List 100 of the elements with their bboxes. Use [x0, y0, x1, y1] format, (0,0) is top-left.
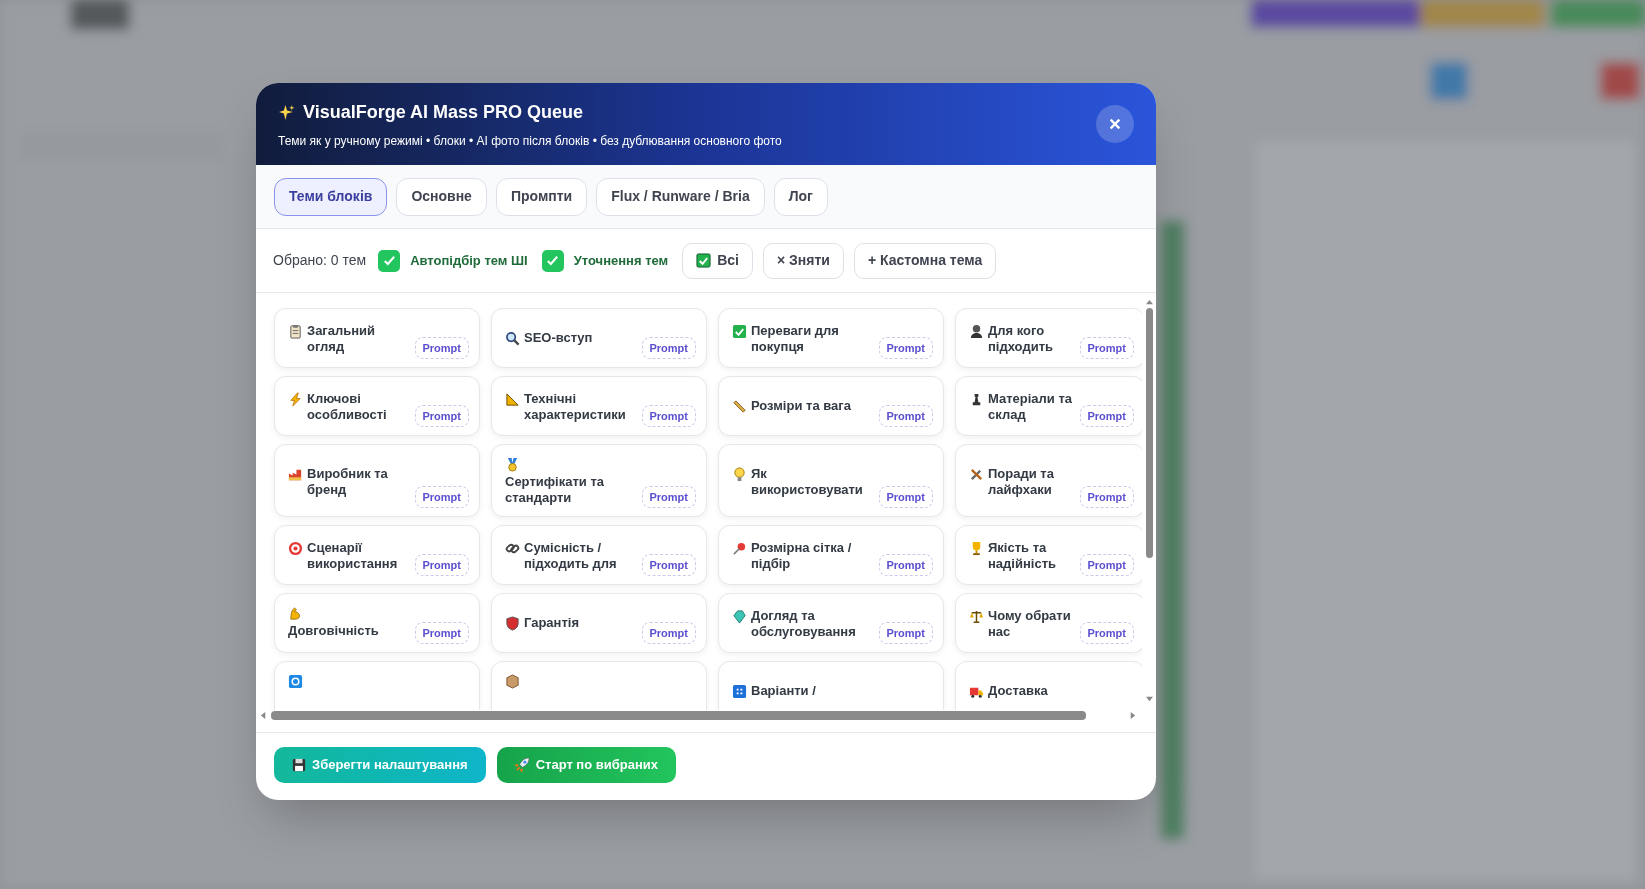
topic-title: Чому обрати нас — [988, 608, 1072, 640]
tab[interactable]: Лог — [773, 177, 828, 216]
topic-card[interactable]: Сценарії використання Prompt — [274, 525, 480, 585]
topic-title: Ключові особливості — [307, 391, 388, 423]
box-icon — [505, 674, 520, 689]
close-button[interactable] — [1096, 105, 1134, 143]
topic-title: Догляд та обслуговування — [751, 608, 856, 640]
topic-card[interactable]: Поради та лайфхаки Prompt — [955, 444, 1142, 517]
pin-icon — [732, 541, 747, 556]
topic-card[interactable]: Чому обрати нас Prompt — [955, 593, 1142, 653]
prompt-badge[interactable]: Prompt — [414, 621, 469, 644]
scales-icon — [969, 609, 984, 624]
magnifier-icon — [505, 331, 520, 346]
prompt-badge[interactable]: Prompt — [878, 336, 933, 359]
selected-count: Обрано: 0 тем — [273, 251, 367, 270]
topic-title: Для кого підходить — [988, 323, 1054, 355]
prompt-badge[interactable]: Prompt — [641, 485, 696, 508]
prompt-badge[interactable]: Prompt — [1079, 404, 1134, 427]
prompt-badge[interactable]: Prompt — [1079, 553, 1134, 576]
prompt-badge[interactable]: Prompt — [414, 553, 469, 576]
grid-icon — [732, 684, 747, 699]
topic-title: Доставка — [988, 683, 1048, 699]
horizontal-scrollbar[interactable] — [260, 710, 1136, 720]
tab[interactable]: Основне — [396, 177, 487, 216]
topic-card[interactable]: Ключові особливості Prompt — [274, 376, 480, 436]
prompt-badge[interactable]: Prompt — [878, 621, 933, 644]
close-icon — [1108, 117, 1122, 131]
bulb-icon — [732, 466, 747, 482]
topic-title: Сертифікати та стандарти — [505, 474, 605, 505]
prompt-badge[interactable]: Prompt — [414, 485, 469, 508]
topic-title: Загальний огляд — [307, 323, 377, 355]
topic-title: Розмірна сітка / підбір — [751, 540, 853, 572]
toolbar-button[interactable]: × Зняти — [763, 242, 844, 279]
topic-title: Якість та надійність — [988, 540, 1057, 572]
topic-card[interactable]: Для кого підходить Prompt — [955, 308, 1142, 368]
topic-card[interactable]: Гарантія Prompt — [491, 593, 707, 653]
topic-title: Варіанти / — [751, 683, 816, 699]
topic-card[interactable]: Технічні характеристики Prompt — [491, 376, 707, 436]
prompt-badge[interactable]: Prompt — [414, 336, 469, 359]
tab[interactable]: Теми блоків — [274, 177, 388, 216]
topic-card[interactable]: Сумісність / підходить для Prompt — [491, 525, 707, 585]
topic-card[interactable]: Варіанти / — [718, 661, 944, 710]
topic-card[interactable]: Доставка — [955, 661, 1142, 710]
tab[interactable]: Промпти — [495, 177, 588, 216]
check-icon — [381, 253, 397, 268]
topic-card[interactable]: Довговічність Prompt — [274, 593, 480, 653]
down-arrow-icon[interactable] — [1145, 695, 1153, 702]
checkbox[interactable] — [541, 249, 564, 272]
prompt-badge[interactable]: Prompt — [1079, 621, 1134, 644]
person-icon — [969, 324, 984, 339]
topic-card[interactable]: Матеріали та склад Prompt — [955, 376, 1142, 436]
prompt-badge[interactable]: Prompt — [1079, 336, 1134, 359]
prompt-badge[interactable]: Prompt — [878, 404, 933, 427]
prompt-badge[interactable]: Prompt — [641, 621, 696, 644]
ruler-icon — [732, 399, 747, 414]
topic-card[interactable]: Як використовувати Prompt — [718, 444, 944, 517]
prompt-badge[interactable]: Prompt — [641, 336, 696, 359]
target-icon — [288, 541, 303, 556]
topic-title: SEO-вступ — [524, 330, 593, 346]
topic-title: Виробник та бренд — [307, 465, 389, 498]
prompt-badge[interactable]: Prompt — [414, 404, 469, 427]
prompt-badge[interactable]: Prompt — [641, 553, 696, 576]
toolbar-button[interactable]: + Кастомна тема — [853, 242, 997, 279]
topic-card[interactable]: Сертифікати та стандарти Prompt — [491, 444, 707, 517]
sparkle-icon — [278, 103, 295, 121]
topic-title: Сценарії використання — [307, 540, 399, 572]
check-icon — [696, 253, 712, 268]
prompt-badge[interactable]: Prompt — [1079, 485, 1134, 508]
topic-title: Поради та лайфхаки — [988, 465, 1055, 498]
lightning-icon — [288, 392, 303, 407]
topic-title: Гарантія — [524, 615, 579, 631]
checkbox-label: Уточнення тем — [573, 251, 669, 270]
topic-card[interactable]: Виробник та бренд Prompt — [274, 444, 480, 517]
up-arrow-icon[interactable] — [1145, 299, 1153, 306]
topic-card[interactable]: Переваги для покупця Prompt — [718, 308, 944, 368]
check-icon — [732, 324, 747, 339]
topic-card[interactable]: Догляд та обслуговування Prompt — [718, 593, 944, 653]
topic-card[interactable]: Розміри та вага Prompt — [718, 376, 944, 436]
topic-card[interactable]: Якість та надійність Prompt — [955, 525, 1142, 585]
topic-title: Переваги для покупця — [751, 323, 840, 355]
prompt-badge[interactable]: Prompt — [878, 553, 933, 576]
left-arrow-icon[interactable] — [260, 711, 267, 719]
topic-card[interactable]: Загальний огляд Prompt — [274, 308, 480, 368]
checkbox-label: Автопідбір тем ШІ — [410, 251, 528, 270]
topic-title: Сумісність / підходить для — [524, 540, 618, 572]
tab[interactable]: Flux / Runware / Bria — [596, 177, 765, 216]
topic-title: Матеріали та склад — [988, 391, 1074, 423]
topic-card[interactable]: SEO-вступ Prompt — [491, 308, 707, 368]
checkbox[interactable] — [378, 249, 401, 272]
topic-title: Довговічність — [288, 623, 379, 638]
medal-icon — [505, 457, 520, 472]
prompt-badge[interactable]: Prompt — [641, 404, 696, 427]
topic-card[interactable]: Розмірна сітка / підбір Prompt — [718, 525, 944, 585]
topic-title: Розміри та вага — [751, 398, 851, 414]
shield-icon — [505, 616, 520, 631]
right-arrow-icon[interactable] — [1129, 711, 1136, 719]
select-all-button[interactable]: Всі — [682, 242, 753, 279]
refresh-icon — [288, 674, 303, 689]
prompt-badge[interactable]: Prompt — [878, 485, 933, 508]
vertical-scrollbar[interactable] — [1144, 299, 1154, 702]
